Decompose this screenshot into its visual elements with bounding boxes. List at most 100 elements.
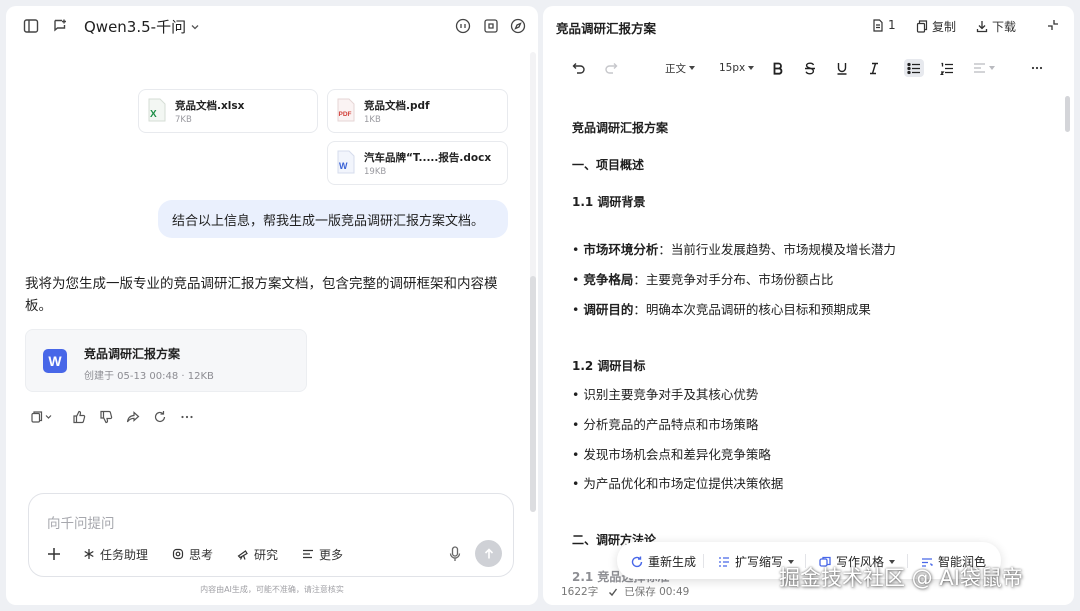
telescope-icon xyxy=(237,548,249,560)
underline-icon[interactable] xyxy=(836,59,848,77)
version-count: 1 xyxy=(888,18,896,32)
bullet-text: ：当前行业发展趋势、市场规模及增长潜力 xyxy=(658,242,896,257)
file-card-pdf[interactable]: PDF 竞品文档.pdf 1KB xyxy=(327,89,508,133)
doc-title: 竞品调研汇报方案 xyxy=(572,121,669,135)
numbered-list-icon[interactable] xyxy=(940,59,954,77)
scrollbar-thumb[interactable] xyxy=(530,276,536,512)
tool-task-assistant[interactable]: 任务助理 xyxy=(83,546,148,563)
align-left-icon xyxy=(973,62,986,74)
undo-icon[interactable] xyxy=(572,59,586,77)
watermark-text: 掘金技术社区 @ AI袋鼠帝 xyxy=(779,566,1023,590)
excel-file-icon: X xyxy=(148,98,166,122)
share-icon[interactable] xyxy=(125,409,141,425)
add-icon[interactable] xyxy=(47,547,61,561)
bullet-text: ：明确本次竞品调研的核心目标和预期成果 xyxy=(633,302,871,317)
collapse-icon[interactable] xyxy=(1047,19,1059,31)
align-select[interactable] xyxy=(973,59,995,77)
list-icon xyxy=(302,548,314,560)
bold-icon[interactable] xyxy=(772,59,784,77)
caret-down-icon xyxy=(689,66,695,70)
bullet-text: ：主要竞争对手分布、市场份额占比 xyxy=(633,272,834,287)
doc-bullet: • 调研目的：明确本次竞品调研的核心目标和预期成果 xyxy=(572,302,871,317)
download-button[interactable]: 下载 xyxy=(976,18,1016,35)
expand-text-icon xyxy=(718,556,730,568)
svg-text:X: X xyxy=(150,109,157,120)
caret-down-icon xyxy=(989,66,995,70)
word-doc-icon: W xyxy=(43,349,67,373)
tool-label: 研究 xyxy=(254,547,279,562)
file-card-xlsx[interactable]: X 竞品文档.xlsx 7KB xyxy=(138,89,318,133)
thumbs-up-icon[interactable] xyxy=(71,409,87,425)
doc-bullet: • 发现市场机会点和差异化竞争策略 xyxy=(572,447,771,462)
document-scrollbar[interactable] xyxy=(1065,96,1070,132)
download-label: 下载 xyxy=(992,20,1017,34)
svg-text:W: W xyxy=(339,161,348,171)
send-button[interactable] xyxy=(475,540,502,567)
pdf-file-icon: PDF xyxy=(337,98,355,122)
chat-header: Qwen3.5-千问 xyxy=(6,6,538,46)
chat-scrollbar[interactable] xyxy=(530,52,536,512)
timer-icon[interactable] xyxy=(454,17,472,35)
file-name: 竞品文档.xlsx xyxy=(175,100,245,112)
float-bar-label: 扩写缩写 xyxy=(735,555,784,569)
font-size-select[interactable]: 15px xyxy=(719,59,755,77)
input-tools: 任务助理 思考 研究 更多 xyxy=(47,546,367,562)
doc-bullet: • 为产品优化和市场定位提供决策依据 xyxy=(572,476,784,491)
model-name: Qwen3.5-千问 xyxy=(84,18,187,36)
style-select-value: 正文 xyxy=(665,62,686,75)
strikethrough-icon[interactable] xyxy=(804,59,816,77)
tool-label: 任务助理 xyxy=(100,547,149,562)
bullet-bold: 竞争格局 xyxy=(583,272,634,287)
file-size: 7KB xyxy=(175,115,192,125)
microphone-icon[interactable] xyxy=(447,545,463,563)
tool-research[interactable]: 研究 xyxy=(237,546,278,563)
file-name: 竞品文档.pdf xyxy=(364,100,430,112)
file-size: 19KB xyxy=(364,167,387,177)
font-size-value: 15px xyxy=(719,62,746,74)
redo-icon[interactable] xyxy=(604,59,618,77)
svg-text:PDF: PDF xyxy=(339,111,352,118)
doc-card-meta: 创建于 05-13 00:48 · 12KB xyxy=(84,371,214,382)
tool-more[interactable]: 更多 xyxy=(302,546,343,563)
chat-input-placeholder[interactable]: 向千问提问 xyxy=(47,512,115,532)
thumbs-down-icon[interactable] xyxy=(98,409,114,425)
regenerate-button[interactable]: 重新生成 xyxy=(631,553,696,570)
new-chat-icon[interactable] xyxy=(51,17,69,35)
file-name: 汽车品牌“T.....报告.docx xyxy=(364,152,492,164)
file-card-docx[interactable]: W 汽车品牌“T.....报告.docx 19KB xyxy=(327,141,508,185)
chevron-down-icon xyxy=(190,22,200,32)
doc-bullet: • 识别主要竞争对手及其核心优势 xyxy=(572,387,759,402)
layout-icon[interactable] xyxy=(482,17,500,35)
more-options-icon[interactable] xyxy=(1031,59,1043,77)
generated-doc-card[interactable]: W 竞品调研汇报方案 创建于 05-13 00:48 · 12KB xyxy=(25,329,307,392)
copy-icon[interactable] xyxy=(29,409,55,425)
chat-input-box[interactable]: 向千问提问 任务助理 思考 研究 更多 xyxy=(28,493,514,577)
ai-message: 我将为您生成一版专业的竞品调研汇报方案文档，包含完整的调研框架和内容模板。 xyxy=(25,276,498,314)
style-select[interactable]: 正文 xyxy=(665,59,695,77)
tool-label: 更多 xyxy=(319,547,344,562)
user-message: 结合以上信息，帮我生成一版竞品调研汇报方案文档。 xyxy=(158,200,508,238)
refresh-icon[interactable] xyxy=(152,409,168,425)
chat-panel: Qwen3.5-千问 X 竞品文档.xlsx 7KB PDF 竞品文档.pdf … xyxy=(6,6,538,605)
document-icon xyxy=(872,18,884,32)
asterisk-icon xyxy=(83,548,95,560)
compass-icon[interactable] xyxy=(509,17,527,35)
bullet-text: 发现市场机会点和差异化竞争策略 xyxy=(583,447,771,462)
tool-think[interactable]: 思考 xyxy=(172,546,213,563)
version-button[interactable]: 1 xyxy=(872,18,896,32)
model-selector[interactable]: Qwen3.5-千问 xyxy=(84,16,200,37)
italic-icon[interactable] xyxy=(868,59,880,77)
copy-label: 复制 xyxy=(932,20,957,34)
doc-card-title: 竞品调研汇报方案 xyxy=(84,347,181,361)
separator xyxy=(703,554,704,568)
bullet-bold: 调研目的 xyxy=(583,302,634,317)
brain-icon xyxy=(172,548,184,560)
document-panel-title: 竞品调研汇报方案 xyxy=(556,21,657,36)
copy-icon xyxy=(916,20,928,33)
bullet-list-icon[interactable] xyxy=(904,59,924,77)
more-icon[interactable] xyxy=(179,409,195,425)
sidebar-toggle-icon[interactable] xyxy=(22,17,40,35)
copy-button[interactable]: 复制 xyxy=(916,18,956,35)
bullet-text: 为产品优化和市场定位提供决策依据 xyxy=(583,476,784,491)
doc-subsection-heading: 1.1 调研背景 xyxy=(572,195,646,209)
